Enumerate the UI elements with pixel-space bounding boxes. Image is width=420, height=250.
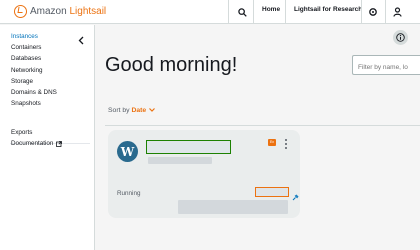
instance-status: Running: [117, 190, 141, 197]
external-link-icon: [56, 140, 63, 147]
instance-location-redacted: [178, 200, 288, 214]
brand-text: Amazon Lightsail: [30, 6, 107, 17]
instance-badge: Ex: [268, 139, 276, 146]
search-icon[interactable]: [235, 5, 249, 19]
lightsail-logo-icon: [14, 5, 27, 18]
instance-card[interactable]: W Ex Running: [108, 130, 300, 218]
sort-by-value: Date: [131, 107, 147, 114]
gear-icon[interactable]: [366, 5, 380, 19]
sidebar: Instances Containers Databases Networkin…: [0, 25, 95, 250]
instance-name-link[interactable]: [146, 140, 231, 154]
lightsail-logo[interactable]: Amazon Lightsail: [14, 5, 106, 18]
collapse-sidebar-icon[interactable]: [78, 32, 86, 45]
sidebar-item-storage[interactable]: Storage: [11, 78, 33, 85]
sidebar-item-instances[interactable]: Instances: [11, 33, 38, 40]
lightsail-research-link[interactable]: Lightsail for Research: [294, 6, 362, 13]
header-divider: [253, 0, 254, 24]
header-divider: [385, 0, 386, 24]
sidebar-item-domains-dns[interactable]: Domains & DNS: [11, 89, 57, 96]
section-divider: [105, 125, 420, 126]
sidebar-item-networking[interactable]: Networking: [11, 67, 43, 74]
wordpress-icon: W: [117, 141, 138, 162]
filter-input[interactable]: [352, 55, 420, 75]
chevron-down-icon: [149, 107, 155, 114]
pin-icon[interactable]: [292, 188, 299, 201]
sidebar-item-databases[interactable]: Databases: [11, 55, 41, 62]
instance-ip-address[interactable]: [255, 187, 289, 197]
documentation-label: Documentation: [11, 140, 54, 147]
header-divider: [228, 0, 229, 24]
top-navigation-bar: Amazon Lightsail Home Lightsail for Rese…: [0, 0, 420, 24]
header-divider: [285, 0, 286, 24]
sidebar-item-exports[interactable]: Exports: [11, 129, 32, 136]
sort-by-label: Sort by: [108, 107, 130, 114]
sidebar-item-containers[interactable]: Containers: [11, 44, 41, 51]
instance-details-redacted: [148, 157, 212, 164]
more-options-icon[interactable]: [284, 139, 288, 149]
sort-by-control[interactable]: Sort by Date: [108, 107, 155, 114]
user-icon[interactable]: [390, 5, 404, 19]
home-link[interactable]: Home: [262, 6, 280, 13]
sidebar-item-documentation[interactable]: Documentation: [11, 140, 63, 147]
sidebar-item-snapshots[interactable]: Snapshots: [11, 100, 41, 107]
greeting-heading: Good morning!: [105, 54, 238, 76]
header-divider: [361, 0, 362, 24]
info-icon[interactable]: [393, 30, 408, 45]
main-content: Good morning! Sort by Date W Ex Running: [96, 25, 420, 250]
